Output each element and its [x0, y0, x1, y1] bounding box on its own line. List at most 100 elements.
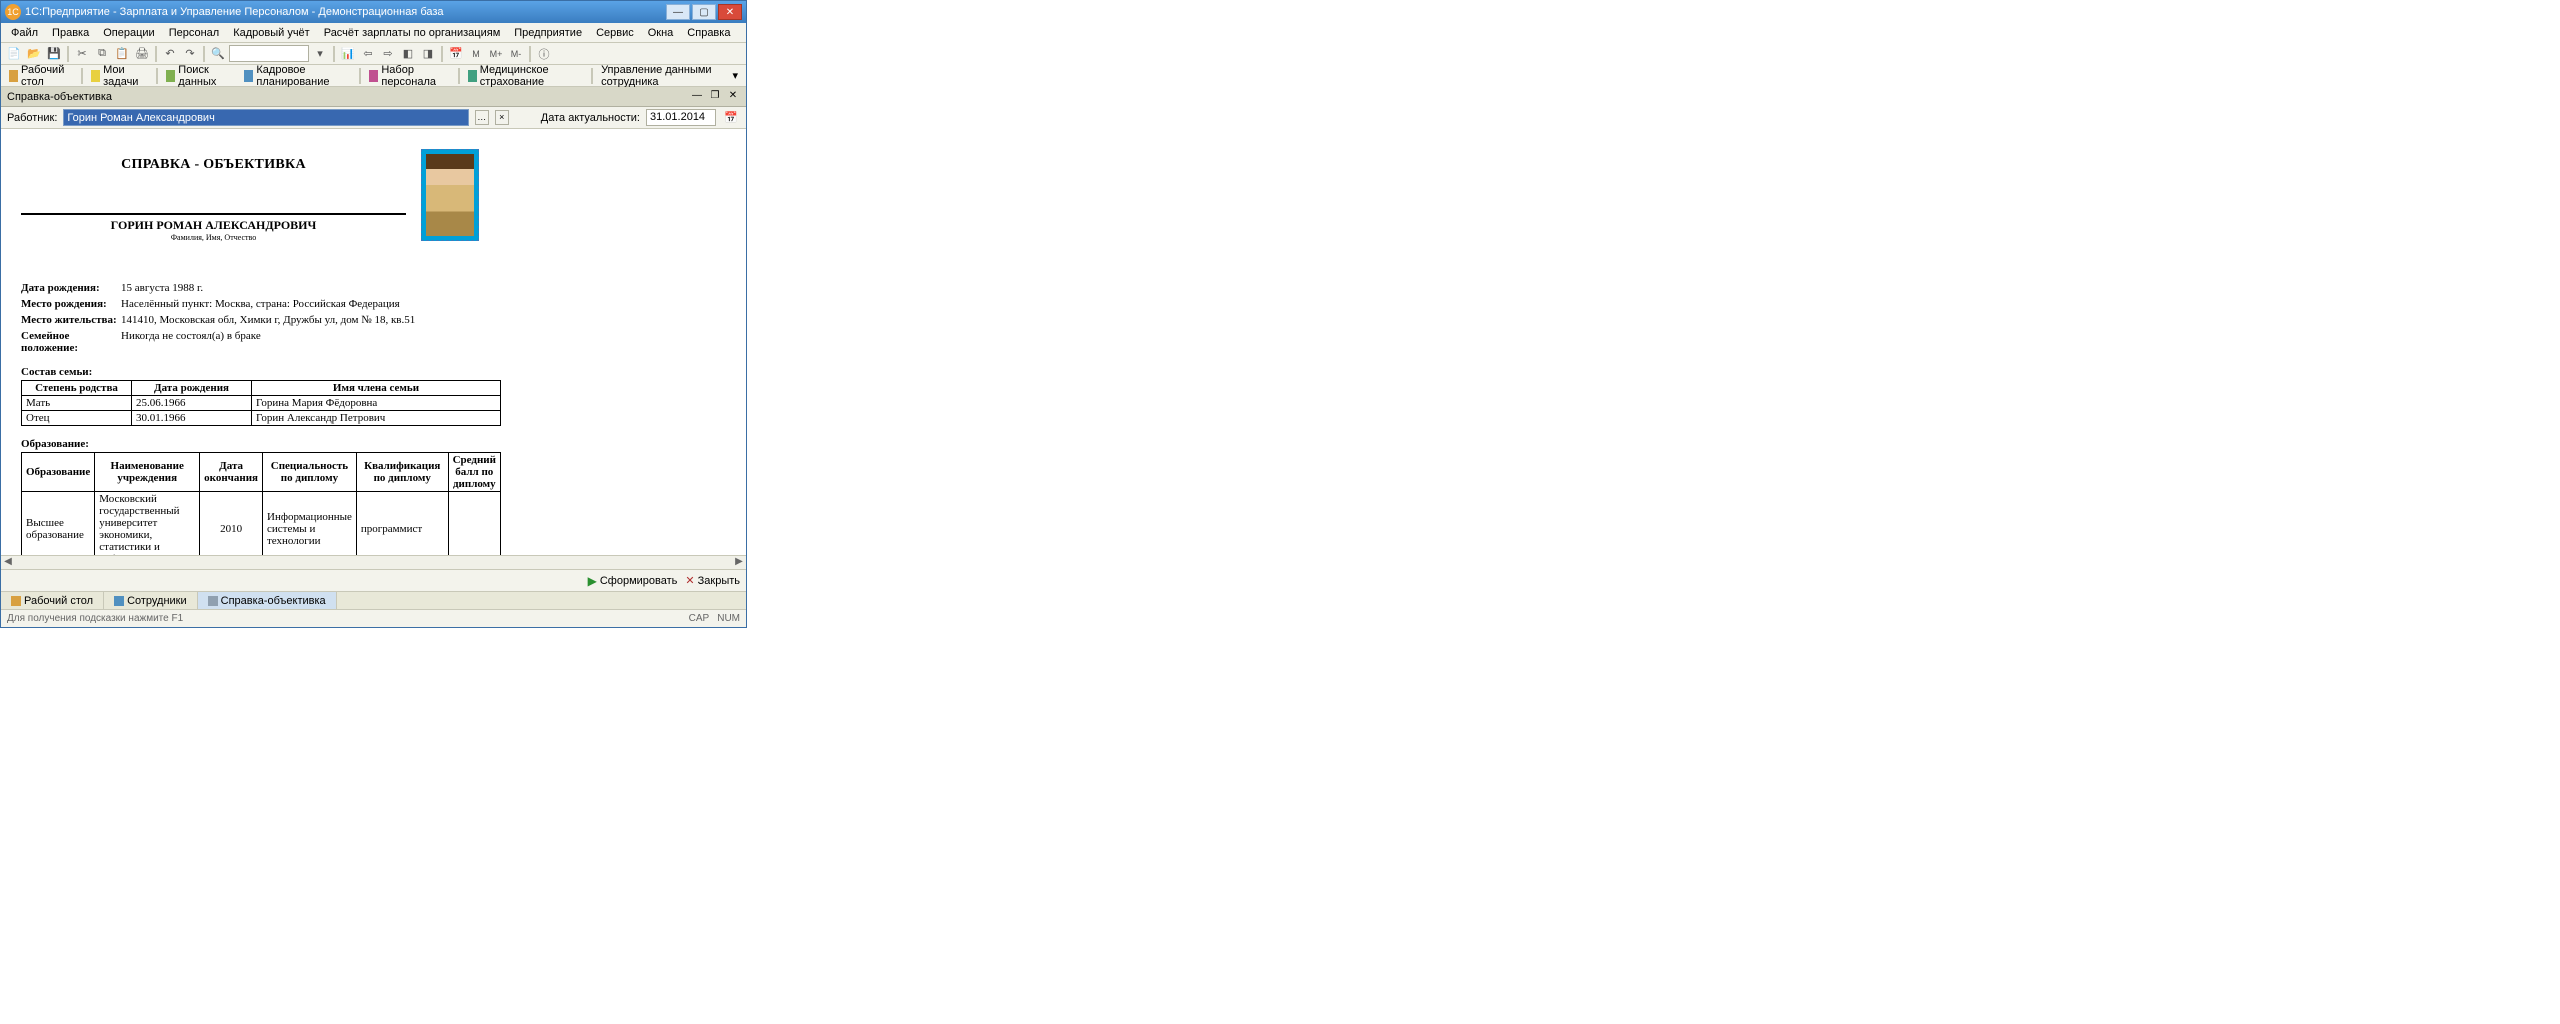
minimize-button[interactable]: —	[666, 4, 690, 20]
subwindow-title: Справка-объективка	[7, 91, 690, 103]
print-icon[interactable]: 🖨	[133, 45, 151, 63]
separator-icon	[156, 68, 158, 84]
redo-icon[interactable]: ↷	[181, 45, 199, 63]
menu-payroll[interactable]: Расчёт зарплаты по организациям	[318, 25, 507, 41]
scroll-right-icon[interactable]: ▶	[732, 556, 746, 569]
med-icon	[468, 70, 477, 82]
sub-close-icon[interactable]: ✕	[726, 90, 740, 104]
link-planning[interactable]: Кадровое планирование	[240, 67, 355, 85]
save-icon[interactable]: 💾	[45, 45, 63, 63]
sub-minimize-icon[interactable]: —	[690, 90, 704, 104]
status-num: NUM	[717, 613, 740, 624]
link-search[interactable]: Поиск данных	[162, 67, 236, 85]
date-field[interactable]: 31.01.2014	[646, 109, 716, 126]
tool-icon[interactable]: ◧	[399, 45, 417, 63]
open-icon[interactable]: 📂	[25, 45, 43, 63]
app-icon: 1С	[5, 4, 21, 20]
tool-icon[interactable]: ◨	[419, 45, 437, 63]
calc-icon[interactable]: 📊	[339, 45, 357, 63]
table-row: Мать25.06.1966Горина Мария Фёдоровна	[22, 396, 501, 411]
menubar: Файл Правка Операции Персонал Кадровый у…	[1, 23, 746, 43]
doc-icon	[208, 596, 218, 606]
separator-icon	[155, 46, 157, 62]
scroll-left-icon[interactable]: ◀	[1, 556, 15, 569]
field-select-button[interactable]: …	[475, 110, 489, 125]
tab-bar: Рабочий стол Сотрудники Справка-объектив…	[1, 591, 746, 609]
info-label: Место жительства:	[21, 314, 121, 326]
maximize-button[interactable]: ▢	[692, 4, 716, 20]
undo-icon[interactable]: ↶	[161, 45, 179, 63]
menu-hr[interactable]: Кадровый учёт	[227, 25, 316, 41]
document: СПРАВКА - ОБЪЕКТИВКА ГОРИН РОМАН АЛЕКСАН…	[1, 129, 721, 555]
horizontal-scrollbar[interactable]: ◀ ▶	[1, 555, 746, 569]
link-recruit[interactable]: Набор персонала	[365, 67, 453, 85]
date-picker-icon[interactable]: 📅	[722, 109, 740, 127]
dropdown-icon[interactable]: ▾	[311, 45, 329, 63]
employee-field[interactable]: Горин Роман Александрович	[63, 109, 468, 126]
forward-icon[interactable]: ⇨	[379, 45, 397, 63]
calendar-icon[interactable]: 📅	[447, 45, 465, 63]
link-desktop[interactable]: Рабочий стол	[5, 67, 77, 85]
subwindow-header: Справка-объективка — ❐ ✕	[1, 87, 746, 107]
info-label: Место рождения:	[21, 298, 121, 310]
search-input[interactable]	[229, 45, 309, 62]
family-table: Степень родстваДата рожденияИмя члена се…	[21, 380, 501, 426]
menu-windows[interactable]: Окна	[642, 25, 680, 41]
status-hint: Для получения подсказки нажмите F1	[7, 613, 689, 624]
copy-icon[interactable]: ⧉	[93, 45, 111, 63]
info-value: 141410, Московская обл, Химки г, Дружбы …	[121, 314, 415, 326]
edu-table: Образование Наименование учреждения Дата…	[21, 452, 501, 555]
m-plus-icon[interactable]: M+	[487, 45, 505, 63]
menu-file[interactable]: Файл	[5, 25, 44, 41]
menu-enterprise[interactable]: Предприятие	[508, 25, 588, 41]
separator-icon	[529, 46, 531, 62]
menu-help[interactable]: Справка	[681, 25, 736, 41]
separator-icon	[333, 46, 335, 62]
app-window: 1С 1С:Предприятие - Зарплата и Управлени…	[0, 0, 747, 628]
cut-icon[interactable]: ✂	[73, 45, 91, 63]
doc-title: СПРАВКА - ОБЪЕКТИВКА	[21, 157, 406, 173]
table-row: Отец30.01.1966Горин Александр Петрович	[22, 411, 501, 426]
field-clear-button[interactable]: ×	[495, 110, 509, 125]
menu-operations[interactable]: Операции	[97, 25, 160, 41]
info-label: Семейное положение:	[21, 330, 121, 354]
m-minus-icon[interactable]: M-	[507, 45, 525, 63]
status-cap: CAP	[689, 613, 710, 624]
document-area[interactable]: СПРАВКА - ОБЪЕКТИВКА ГОРИН РОМАН АЛЕКСАН…	[1, 129, 746, 555]
m-icon[interactable]: M	[467, 45, 485, 63]
tab-desktop[interactable]: Рабочий стол	[1, 592, 104, 609]
menu-service[interactable]: Сервис	[590, 25, 640, 41]
info-label: Дата рождения:	[21, 282, 121, 294]
tab-employees[interactable]: Сотрудники	[104, 592, 198, 609]
close-button[interactable]: ✕	[718, 4, 742, 20]
paste-icon[interactable]: 📋	[113, 45, 131, 63]
window-title: 1С:Предприятие - Зарплата и Управление П…	[25, 6, 666, 18]
link-empdata[interactable]: Управление данными сотрудника▾	[597, 67, 742, 85]
search-icon	[166, 70, 175, 82]
separator-icon	[458, 68, 460, 84]
employee-label: Работник:	[7, 112, 57, 124]
close-icon: ✕	[685, 574, 694, 587]
menu-edit[interactable]: Правка	[46, 25, 95, 41]
form-button[interactable]: ▶Сформировать	[588, 574, 678, 588]
info-icon[interactable]: ⓘ	[535, 45, 553, 63]
desktop-icon	[9, 70, 18, 82]
info-block: Дата рождения:15 августа 1988 г. Место р…	[21, 282, 701, 354]
find-icon[interactable]: 🔍	[209, 45, 227, 63]
link-med[interactable]: Медицинское страхование	[464, 67, 587, 85]
family-title: Состав семьи:	[21, 366, 701, 378]
edu-title: Образование:	[21, 438, 701, 450]
tab-report[interactable]: Справка-объективка	[198, 592, 337, 609]
person-icon	[369, 70, 378, 82]
menu-personnel[interactable]: Персонал	[163, 25, 226, 41]
desktop-icon	[11, 596, 21, 606]
new-icon[interactable]: 📄	[5, 45, 23, 63]
close-button[interactable]: ✕Закрыть	[685, 574, 740, 587]
list-icon	[114, 596, 124, 606]
separator-icon	[67, 46, 69, 62]
back-icon[interactable]: ⇦	[359, 45, 377, 63]
chevron-down-icon: ▾	[732, 69, 738, 82]
sub-restore-icon[interactable]: ❐	[708, 90, 722, 104]
scroll-track[interactable]	[15, 556, 732, 569]
link-tasks[interactable]: Мои задачи	[87, 67, 152, 85]
